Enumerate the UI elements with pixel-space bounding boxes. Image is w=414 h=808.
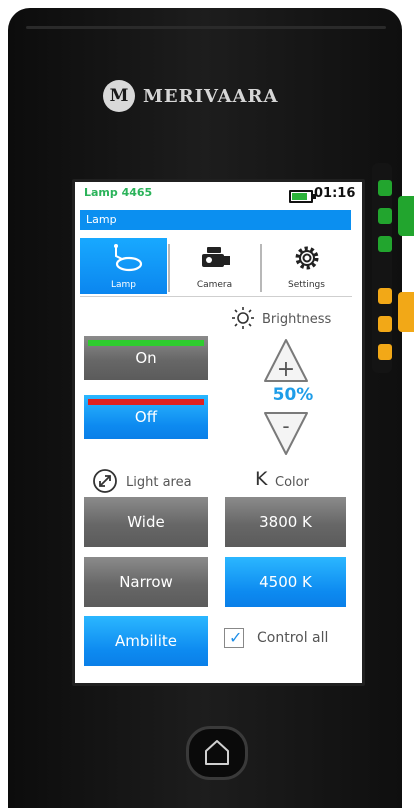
- tab-lamp[interactable]: Lamp: [80, 238, 167, 294]
- gear-icon: [295, 246, 319, 270]
- tab-underline: [80, 296, 352, 297]
- color-label: Color: [275, 475, 309, 490]
- brightness-value: 50%: [272, 385, 314, 405]
- sun-icon: [232, 307, 254, 329]
- touch-screen: Lamp 4465 01:16 Lamp Lamp Camera Setting…: [72, 179, 365, 686]
- control-all-checkbox[interactable]: ✓: [224, 628, 244, 648]
- power-off-label: Off: [134, 408, 158, 426]
- device-top-edge: [26, 26, 386, 29]
- light-area-wide-button[interactable]: Wide: [84, 497, 208, 547]
- tab-divider: [168, 244, 170, 292]
- color-3800k-button[interactable]: 3800 K: [225, 497, 346, 547]
- power-on-button[interactable]: On: [84, 336, 208, 380]
- brightness-decrease-button[interactable]: -: [261, 409, 311, 457]
- side-tab-green: [398, 196, 414, 236]
- camera-icon: [202, 247, 230, 267]
- side-button-yellow-down[interactable]: [378, 344, 392, 360]
- control-all-label: Control all: [257, 630, 329, 646]
- battery-level: [292, 193, 308, 200]
- light-area-label: Light area: [126, 475, 192, 490]
- brightness-label: Brightness: [262, 312, 332, 327]
- home-icon: [205, 740, 229, 765]
- off-indicator: [88, 399, 204, 405]
- power-off-button[interactable]: Off: [84, 395, 208, 439]
- power-on-label: On: [135, 349, 157, 367]
- tab-settings[interactable]: Settings: [263, 238, 350, 294]
- brand-logo-letter: M: [109, 86, 129, 106]
- wide-label: Wide: [127, 513, 165, 531]
- battery-icon: [289, 190, 316, 203]
- light-area-narrow-button[interactable]: Narrow: [84, 557, 208, 607]
- color-4500k-label: 4500 K: [259, 573, 312, 591]
- brand-logo: M: [103, 80, 135, 112]
- lamp-icon: [114, 244, 143, 272]
- tab-label: Camera: [196, 280, 233, 290]
- side-button-green-up[interactable]: [378, 180, 392, 196]
- light-area-ambilite-button[interactable]: Ambilite: [84, 616, 208, 666]
- brightness-increase-button[interactable]: +: [261, 337, 311, 385]
- tab-label: Settings: [288, 280, 325, 290]
- home-button[interactable]: [186, 726, 248, 780]
- clock: 01:16: [314, 186, 356, 201]
- tab-label: Lamp: [110, 280, 136, 290]
- side-button-yellow-mid[interactable]: [378, 316, 392, 332]
- brand: M MERIVAARA: [103, 76, 318, 116]
- check-icon: ✓: [229, 628, 243, 647]
- tab-camera[interactable]: Camera: [171, 238, 258, 294]
- side-tab-yellow: [398, 292, 414, 332]
- color-4500k-button[interactable]: 4500 K: [225, 557, 346, 607]
- side-button-green-down[interactable]: [378, 236, 392, 252]
- narrow-label: Narrow: [119, 573, 173, 591]
- ambilite-label: Ambilite: [114, 632, 177, 650]
- color-3800k-label: 3800 K: [259, 513, 312, 531]
- side-button-green-mid[interactable]: [378, 208, 392, 224]
- brand-name: MERIVAARA: [143, 85, 279, 107]
- on-indicator: [88, 340, 204, 346]
- increase-symbol: +: [277, 357, 295, 382]
- page-title: Lamp: [86, 213, 117, 226]
- status-bar: Lamp 4465 01:16: [75, 182, 362, 208]
- title-bar: Lamp: [80, 210, 351, 230]
- decrease-symbol: -: [282, 414, 289, 438]
- tab-divider: [260, 244, 262, 292]
- kelvin-icon: K: [255, 468, 268, 490]
- side-button-yellow-up[interactable]: [378, 288, 392, 304]
- lamp-name: Lamp 4465: [84, 186, 153, 199]
- light-area-icon: [93, 469, 117, 493]
